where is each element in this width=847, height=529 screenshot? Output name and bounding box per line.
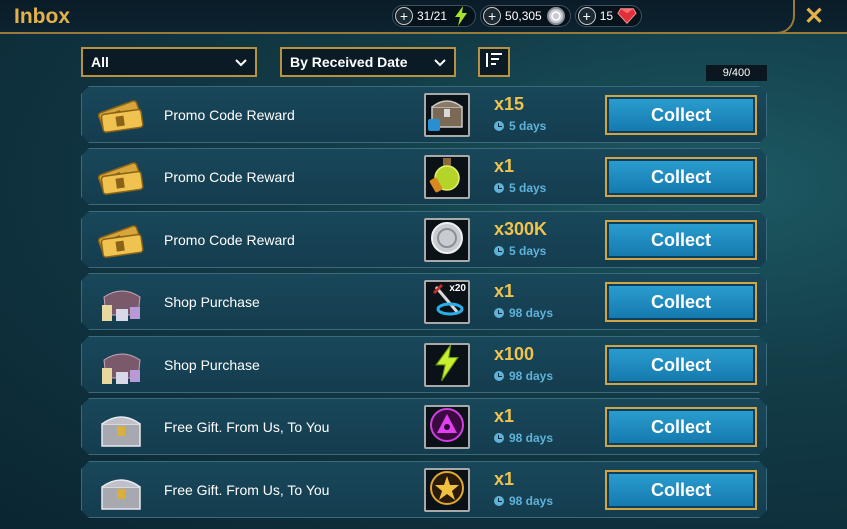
potion-icon [429, 157, 465, 197]
expiry-text: 98 days [509, 494, 554, 508]
ruby-icon [617, 6, 637, 26]
gift-chest-icon [96, 469, 146, 513]
category-selected: All [91, 54, 109, 70]
silver-coin-icon [546, 6, 566, 26]
shop-bag-icon [96, 281, 146, 325]
category-dropdown[interactable]: All [81, 47, 257, 77]
expiry-text: 5 days [509, 119, 547, 133]
expiry-time: 98 days [494, 369, 553, 383]
inbox-row: Promo Code Reward x300K 5 days Collect [81, 211, 767, 268]
clock-icon [494, 246, 504, 256]
reward-badge: x20 [449, 283, 466, 294]
shop-bag-icon [96, 344, 146, 388]
expiry-time: 98 days [494, 306, 553, 320]
clock-icon [494, 371, 504, 381]
close-button[interactable]: ✕ [800, 4, 828, 30]
chest-icon [428, 95, 466, 135]
row-label: Free Gift. From Us, To You [164, 482, 330, 498]
expiry-time: 5 days [494, 244, 546, 258]
add-energy-icon[interactable]: + [395, 7, 413, 25]
reward-quantity: x300K [494, 219, 548, 239]
chevron-down-icon [235, 54, 247, 70]
row-label: Promo Code Reward [164, 169, 295, 185]
reward-quantity: x1 [494, 156, 515, 176]
reward-slot[interactable] [424, 468, 470, 512]
clock-icon [494, 496, 504, 506]
sort-dropdown[interactable]: By Received Date [280, 47, 456, 77]
add-ruby-icon[interactable]: + [577, 7, 596, 25]
collect-button[interactable]: Collect [605, 470, 757, 510]
header-corner-ornament [765, 0, 795, 34]
sort-selected: By Received Date [290, 54, 408, 70]
expiry-text: 98 days [509, 306, 554, 320]
reward-quantity: x1 [494, 406, 515, 426]
reward-quantity: x1 [494, 469, 515, 489]
inbox-row: Promo Code Reward x15 5 days Collect [81, 86, 767, 143]
row-label: Promo Code Reward [164, 232, 295, 248]
void-shard-icon [428, 407, 466, 447]
energy-value: 31/21 [417, 9, 448, 23]
row-label: Promo Code Reward [164, 107, 295, 123]
ruby-value: 15 [599, 9, 614, 23]
expiry-text: 5 days [509, 181, 547, 195]
reward-slot[interactable] [424, 405, 470, 449]
ticket-icon [96, 156, 146, 200]
reward-quantity: x15 [494, 94, 525, 114]
energy-resource[interactable]: + 31/21 [392, 5, 477, 27]
collect-button[interactable]: Collect [605, 157, 757, 197]
silver-resource[interactable]: + 50,305 [480, 5, 571, 27]
row-label: Shop Purchase [164, 294, 260, 310]
page-title: Inbox [14, 5, 70, 28]
reward-slot[interactable]: x20 [424, 280, 470, 324]
clock-icon [494, 433, 504, 443]
ruby-resource[interactable]: + 15 [574, 5, 643, 27]
star-medal-icon [428, 470, 466, 510]
add-silver-icon[interactable]: + [483, 7, 502, 25]
collect-button[interactable]: Collect [605, 345, 757, 385]
clock-icon [494, 183, 504, 193]
reward-slot[interactable] [424, 343, 470, 387]
chevron-down-icon [434, 54, 446, 70]
inbox-counter: 9/400 [706, 65, 767, 81]
row-label: Shop Purchase [164, 357, 260, 373]
sort-order-button[interactable] [478, 47, 510, 77]
expiry-text: 98 days [509, 431, 554, 445]
ticket-icon [96, 219, 146, 263]
reward-quantity: x1 [494, 281, 515, 301]
inbox-row: Promo Code Reward x1 5 days Collect [81, 148, 767, 205]
inbox-row: Free Gift. From Us, To You x1 98 days Co… [81, 461, 767, 518]
silver-coin-icon [429, 220, 465, 260]
collect-button[interactable]: Collect [605, 282, 757, 322]
resource-bar: + 31/21 + 50,305 + 15 [392, 5, 643, 27]
sort-order-icon [484, 51, 504, 74]
expiry-text: 98 days [509, 369, 554, 383]
collect-button[interactable]: Collect [605, 407, 757, 447]
inbox-row: Free Gift. From Us, To You x1 98 days Co… [81, 398, 767, 455]
expiry-time: 5 days [494, 181, 546, 195]
reward-slot[interactable] [424, 218, 470, 262]
inbox-row: Shop Purchase x100 98 days Collect [81, 336, 767, 393]
clock-icon [494, 121, 504, 131]
clock-icon [494, 308, 504, 318]
top-bar: Inbox + 31/21 + 50,305 + 15 ✕ [0, 0, 847, 34]
inbox-row: Shop Purchase x20 x1 98 days Collect [81, 273, 767, 330]
expiry-time: 98 days [494, 431, 553, 445]
collect-button[interactable]: Collect [605, 220, 757, 260]
gift-chest-icon [96, 406, 146, 450]
silver-value: 50,305 [505, 9, 542, 23]
collect-button[interactable]: Collect [605, 95, 757, 135]
reward-slot[interactable] [424, 93, 470, 137]
expiry-time: 5 days [494, 119, 546, 133]
expiry-text: 5 days [509, 244, 547, 258]
row-label: Free Gift. From Us, To You [164, 419, 330, 435]
expiry-time: 98 days [494, 494, 553, 508]
energy-icon [451, 6, 471, 26]
ticket-icon [96, 94, 146, 138]
reward-quantity: x100 [494, 344, 535, 364]
energy-icon [434, 345, 460, 385]
reward-slot[interactable] [424, 155, 470, 199]
